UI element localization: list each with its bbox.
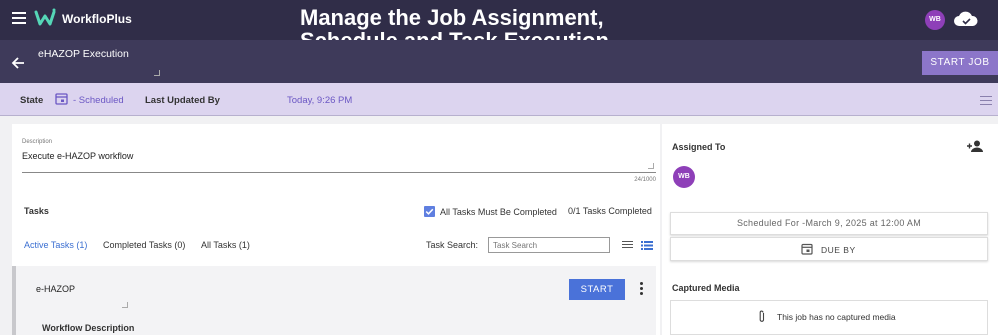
tab-completed-tasks[interactable]: Completed Tasks (0) [103, 240, 185, 250]
description-field[interactable]: Execute e-HAZOP workflow [22, 151, 133, 161]
tasks-completed-count: 0/1 Tasks Completed [568, 206, 652, 216]
back-arrow-icon[interactable] [10, 56, 26, 70]
assignee-avatar[interactable]: WB [673, 166, 695, 188]
start-task-button[interactable]: START [569, 279, 625, 300]
no-media-message: This job has no captured media [777, 312, 896, 322]
workflow-description-label: Workflow Description [42, 323, 135, 333]
task-title: e-HAZOP [36, 284, 76, 294]
captured-media-label: Captured Media [672, 283, 740, 293]
banner-line-1: Manage the Job Assignment, [300, 5, 604, 30]
resize-handle [122, 302, 128, 308]
task-search-label: Task Search: [426, 240, 479, 250]
resize-handle [648, 163, 654, 169]
start-job-button[interactable]: START JOB [922, 51, 998, 75]
description-caption: Description [22, 139, 53, 145]
due-by-button[interactable]: DUE BY [670, 237, 988, 261]
assignment-panel: Assigned To WB Scheduled For -March 9, 2… [662, 124, 998, 335]
detail-view-icon[interactable] [641, 241, 653, 250]
due-by-label: DUE BY [821, 245, 856, 255]
state-label: State [20, 95, 44, 106]
brand-name: WorkfloPlus [62, 12, 132, 26]
paperclip-icon [759, 310, 765, 322]
page-title: eHAZOP Execution [38, 48, 129, 60]
menu-icon[interactable] [12, 12, 26, 24]
workfloplus-logo-icon [34, 8, 56, 26]
captured-media-box: This job has no captured media [670, 300, 988, 335]
cloud-sync-icon[interactable] [953, 10, 979, 30]
checkbox-icon[interactable] [424, 206, 435, 217]
list-view-icon[interactable] [622, 241, 633, 250]
description-underline [22, 172, 656, 173]
user-avatar[interactable]: WB [925, 10, 945, 30]
assigned-to-label: Assigned To [672, 142, 726, 152]
add-person-icon[interactable] [966, 140, 984, 152]
task-search-input[interactable] [488, 237, 610, 253]
all-tasks-required-label[interactable]: All Tasks Must Be Completed [440, 207, 557, 217]
state-value: - Scheduled [73, 95, 124, 106]
last-updated-label: Last Updated By [145, 95, 220, 106]
app-bar: WorkfloPlus Manage the Job Assignment, S… [0, 0, 998, 52]
tab-active-tasks[interactable]: Active Tasks (1) [24, 240, 87, 250]
lines-menu-icon[interactable] [980, 96, 992, 105]
resize-handle [154, 70, 160, 76]
more-vert-icon[interactable] [640, 282, 643, 295]
last-updated-value: Today, 9:26 PM [287, 95, 353, 106]
calendar-icon [801, 243, 813, 255]
job-details-panel: Description Execute e-HAZOP workflow 24/… [12, 124, 660, 335]
tasks-heading: Tasks [24, 206, 49, 216]
tab-all-tasks[interactable]: All Tasks (1) [201, 240, 250, 250]
task-card[interactable]: e-HAZOP START Workflow Description [12, 266, 656, 335]
scheduled-for-field[interactable]: Scheduled For -March 9, 2025 at 12:00 AM [670, 212, 988, 235]
state-bar: State - Scheduled Last Updated By Today,… [0, 83, 998, 116]
page-header: eHAZOP Execution [0, 40, 998, 83]
calendar-icon [55, 93, 68, 105]
description-char-count: 24/1000 [634, 177, 656, 183]
